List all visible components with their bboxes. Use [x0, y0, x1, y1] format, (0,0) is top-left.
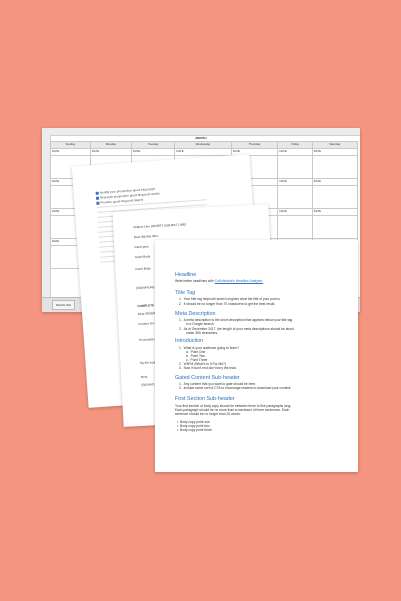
email-line: Insert Body: [135, 266, 151, 272]
day-header: Thursday: [230, 141, 279, 149]
day-header: Monday: [89, 141, 132, 149]
email-line: Dear (INSER: [137, 311, 156, 317]
list-item: 3. Now it won't end don't bury the lead.: [179, 366, 237, 370]
date-cell: DATE: [311, 148, 359, 156]
date-row: DATE DATE DATE DATE DATE DATE DATE: [50, 148, 359, 156]
sheet-tab-deadline[interactable]: DEADLINE: [52, 300, 76, 310]
day-header: Saturday: [311, 141, 359, 149]
day-header-row: Sunday Monday Tuesday Wednesday Thursday…: [50, 141, 359, 149]
gated-content-heading: Gated Content Sub-header: [175, 375, 240, 381]
bullet-item: • Body copy point three: [177, 428, 212, 432]
email-line: Dear (Mr./Ms./Mrs.: [133, 233, 159, 240]
email-line: [SIGNATURE: [136, 285, 155, 291]
date-cell: DATE: [174, 148, 232, 156]
date-cell: DATE: [311, 208, 359, 216]
headline-text: Write better headlines with CoSchedule's…: [175, 279, 264, 283]
paragraph-line: sentence should be no longer than 20 wor…: [175, 412, 241, 416]
first-section-heading: First Section Sub-header: [175, 396, 235, 402]
email-line: Personalize: [139, 337, 155, 343]
date-cell: DATE: [277, 148, 313, 156]
date-cell: DATE: [50, 148, 91, 156]
list-item: in a Google search.: [186, 322, 215, 326]
introduction-heading: Introduction: [175, 338, 204, 344]
day-header: Sunday: [50, 141, 91, 149]
meta-description-heading: Meta Description: [175, 311, 216, 317]
column-header-bar: [42, 128, 360, 136]
headline-analyzer-link[interactable]: CoSchedule's Headline Analyzer.: [215, 279, 263, 283]
email-line: Best,: [141, 374, 149, 379]
email-line: Subject Line: [INSERT SUBJECT LINE]: [133, 222, 187, 230]
day-header: Wednesday: [174, 141, 232, 149]
title-tag-heading: Title Tag: [175, 290, 196, 296]
day-header: Tuesday: [130, 141, 176, 149]
blog-template-document: Headline Write better headlines with CoS…: [155, 240, 358, 472]
email-line: COMPLETE: [137, 303, 155, 309]
checkbox-icon: [95, 191, 99, 195]
date-cell: DATE: [130, 148, 176, 156]
day-header: Friday: [277, 141, 313, 149]
list-item: 2. It should be no longer than 70 charac…: [179, 302, 276, 306]
date-cell: DATE: [311, 178, 359, 186]
email-line: By the way: [140, 360, 156, 365]
calendar-title: MONTH: [195, 136, 207, 140]
email-line: Content sho: [138, 321, 155, 327]
list-item: 1. Your title tag helps tell search engi…: [179, 297, 281, 301]
email-line: Insert Body: [134, 254, 151, 260]
date-cell: DATE: [89, 148, 132, 156]
checkbox-icon: [95, 196, 100, 200]
headline-heading: Headline: [175, 272, 197, 278]
email-line: Insert para: [134, 244, 149, 250]
list-item: 2. Include some sort of CTA to encourage…: [179, 386, 292, 390]
date-cell: DATE: [277, 208, 313, 216]
checkbox-icon: [96, 201, 100, 205]
list-item: under 350 characters.: [186, 331, 219, 335]
date-cell: DATE: [277, 178, 313, 186]
